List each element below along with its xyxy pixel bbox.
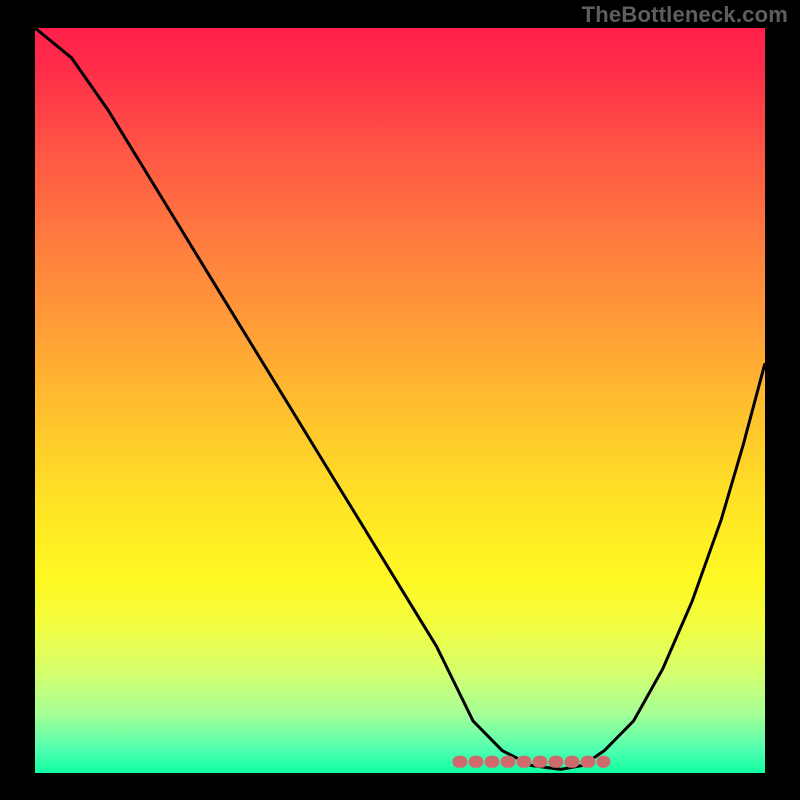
bottleneck-curve-path bbox=[35, 28, 765, 769]
plot-area bbox=[35, 28, 765, 773]
chart-frame: TheBottleneck.com bbox=[0, 0, 800, 800]
chart-svg bbox=[35, 28, 765, 773]
watermark-text: TheBottleneck.com bbox=[582, 2, 788, 28]
